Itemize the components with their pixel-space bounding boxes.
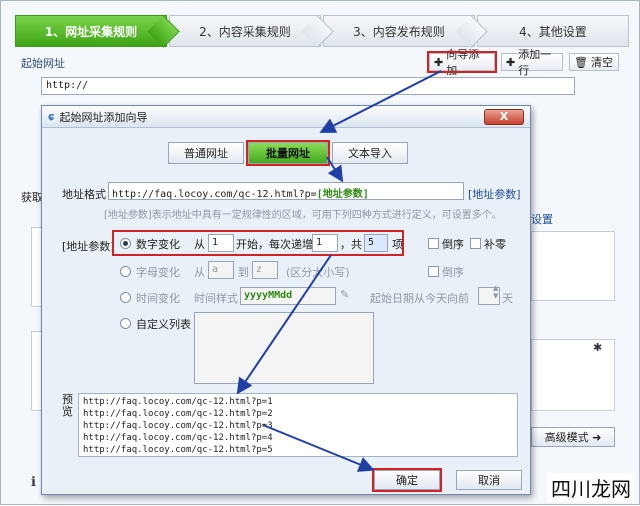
- trash-icon: 🗑: [574, 55, 588, 69]
- tab-batch-url[interactable]: 批量网址: [246, 140, 330, 166]
- info-icon: ℹ: [31, 475, 36, 490]
- step-bar: 1、网址采集规则 2、内容采集规则 3、内容发布规则 4、其他设置: [15, 15, 631, 47]
- app-logo-icon: ɕ: [48, 110, 55, 123]
- plus-icon: ✚: [434, 55, 444, 69]
- numeric-start-input[interactable]: 1: [208, 234, 234, 252]
- letter-reverse-label: 倒序: [442, 266, 464, 279]
- pencil-icon[interactable]: ✎: [340, 288, 349, 301]
- letter-from-label: 从: [194, 266, 205, 279]
- address-format-input[interactable]: http://faq.locoy.com/qc-12.html?p=[地址参数]: [108, 182, 464, 200]
- hint-text: [地址参数]表示地址中具有一定规律性的区域，可用下列四种方式进行定义，可设置多个…: [104, 210, 502, 221]
- step-publish-rules[interactable]: 3、内容发布规则: [323, 15, 475, 47]
- numeric-reverse-label: 倒序: [442, 238, 464, 251]
- tab-label: 批量网址: [266, 147, 310, 160]
- letter-to-label: 到: [238, 266, 249, 279]
- gear-icon[interactable]: ✱: [593, 341, 602, 354]
- preview-label: 预览: [62, 393, 73, 418]
- advanced-mode-label: 高级模式: [544, 431, 589, 444]
- param-label: [地址参数]: [62, 240, 115, 253]
- get-label: 获取: [21, 191, 43, 204]
- dialog-title: 起始网址添加向导: [59, 110, 148, 124]
- days-spinner-icon[interactable]: ▲ ▼: [493, 284, 498, 300]
- step-label: 3、内容发布规则: [353, 24, 445, 39]
- zero-pad-checkbox[interactable]: [470, 238, 481, 249]
- preview-line: http://faq.locoy.com/qc-12.html?p=3: [83, 421, 273, 431]
- time-style-label: 时间样式: [194, 292, 238, 305]
- custom-list-textarea[interactable]: [194, 312, 374, 384]
- plus-icon: ✚: [506, 55, 516, 69]
- step-label: 1、网址采集规则: [44, 24, 138, 39]
- clear-label: 清空: [590, 56, 613, 69]
- start-url-wizard-dialog: ɕ 起始网址添加向导 X 普通网址 批量网址 文本导入 地址格式 http://…: [41, 105, 531, 495]
- tab-normal-url[interactable]: 普通网址: [168, 142, 244, 164]
- close-button[interactable]: X: [484, 109, 524, 125]
- case-note: (区分大小写): [286, 266, 350, 279]
- step-label: 4、其他设置: [519, 24, 587, 39]
- background-panel-right: [531, 231, 615, 301]
- wizard-add-label: 向导添加: [446, 48, 480, 77]
- numeric-total-label: ，共: [340, 238, 362, 251]
- preview-line: http://faq.locoy.com/qc-12.html?p=2: [83, 409, 273, 419]
- address-format-value: http://faq.locoy.com/qc-12.html?p=: [112, 189, 317, 200]
- start-date-label: 起始日期从今天向前: [370, 292, 469, 305]
- numeric-reverse-checkbox[interactable]: [428, 238, 439, 249]
- clear-button[interactable]: 🗑 清空: [569, 53, 619, 71]
- time-style-input[interactable]: yyyyMMdd: [240, 287, 336, 305]
- time-label: 时间变化: [136, 292, 180, 305]
- start-url-label: 起始网址: [21, 57, 65, 70]
- settings-link[interactable]: 设置: [531, 211, 553, 227]
- tab-label: 普通网址: [184, 147, 228, 160]
- letter-to-input[interactable]: z: [252, 261, 278, 279]
- step-content-rules[interactable]: 2、内容采集规则: [169, 15, 321, 47]
- cancel-label: 取消: [478, 474, 500, 487]
- tab-label: 文本导入: [348, 147, 392, 160]
- step-url-rules[interactable]: 1、网址采集规则: [15, 15, 167, 47]
- numeric-step-input[interactable]: 1: [312, 234, 338, 252]
- radio-numeric[interactable]: [120, 238, 131, 249]
- address-param-token: [地址参数]: [316, 189, 369, 200]
- preview-list: http://faq.locoy.com/qc-12.html?p=1 http…: [78, 393, 518, 457]
- dialog-titlebar: ɕ 起始网址添加向导: [42, 106, 530, 128]
- numeric-unit-label: 项: [392, 238, 403, 251]
- numeric-label: 数字变化: [136, 238, 180, 251]
- letter-label: 字母变化: [136, 266, 180, 279]
- custom-list-label: 自定义列表: [136, 318, 191, 331]
- step-label: 2、内容采集规则: [199, 24, 291, 39]
- ok-highlight: [372, 468, 442, 492]
- address-format-label: 地址格式: [62, 188, 106, 201]
- add-line-label: 添加一行: [518, 48, 552, 77]
- watermark: 四川龙网: [547, 473, 635, 502]
- insert-address-param-link[interactable]: [地址参数]: [468, 186, 521, 202]
- background-panel-right-2: [531, 339, 615, 411]
- radio-custom-list[interactable]: [120, 318, 131, 329]
- start-url-list[interactable]: http://: [41, 77, 575, 95]
- add-line-button[interactable]: ✚ 添加一行: [501, 48, 563, 77]
- advanced-mode-button[interactable]: 高级模式 ➜: [531, 427, 615, 447]
- step-other-settings[interactable]: 4、其他设置: [477, 15, 629, 47]
- day-label: 天: [502, 292, 513, 305]
- tab-text-import[interactable]: 文本导入: [332, 142, 408, 164]
- radio-time[interactable]: [120, 292, 131, 303]
- cancel-button[interactable]: 取消: [456, 470, 522, 490]
- preview-line: http://faq.locoy.com/qc-12.html?p=1: [83, 397, 273, 407]
- preview-line: http://faq.locoy.com/qc-12.html?p=4: [83, 433, 273, 443]
- numeric-from-label: 从: [194, 238, 205, 251]
- wizard-add-button[interactable]: ✚ 向导添加: [427, 48, 497, 77]
- arrow-right-icon: ➜: [592, 430, 602, 444]
- radio-letter[interactable]: [120, 266, 131, 277]
- zero-pad-label: 补零: [484, 238, 506, 251]
- preview-line: http://faq.locoy.com/qc-12.html?p=5: [83, 445, 273, 455]
- app-window: 1、网址采集规则 2、内容采集规则 3、内容发布规则 4、其他设置 起始网址 ✚…: [0, 0, 640, 505]
- letter-from-input[interactable]: a: [208, 261, 234, 279]
- numeric-start-label: 开始，每次递增: [236, 238, 313, 251]
- letter-reverse-checkbox[interactable]: [428, 266, 439, 277]
- numeric-count-input[interactable]: 5: [364, 234, 388, 252]
